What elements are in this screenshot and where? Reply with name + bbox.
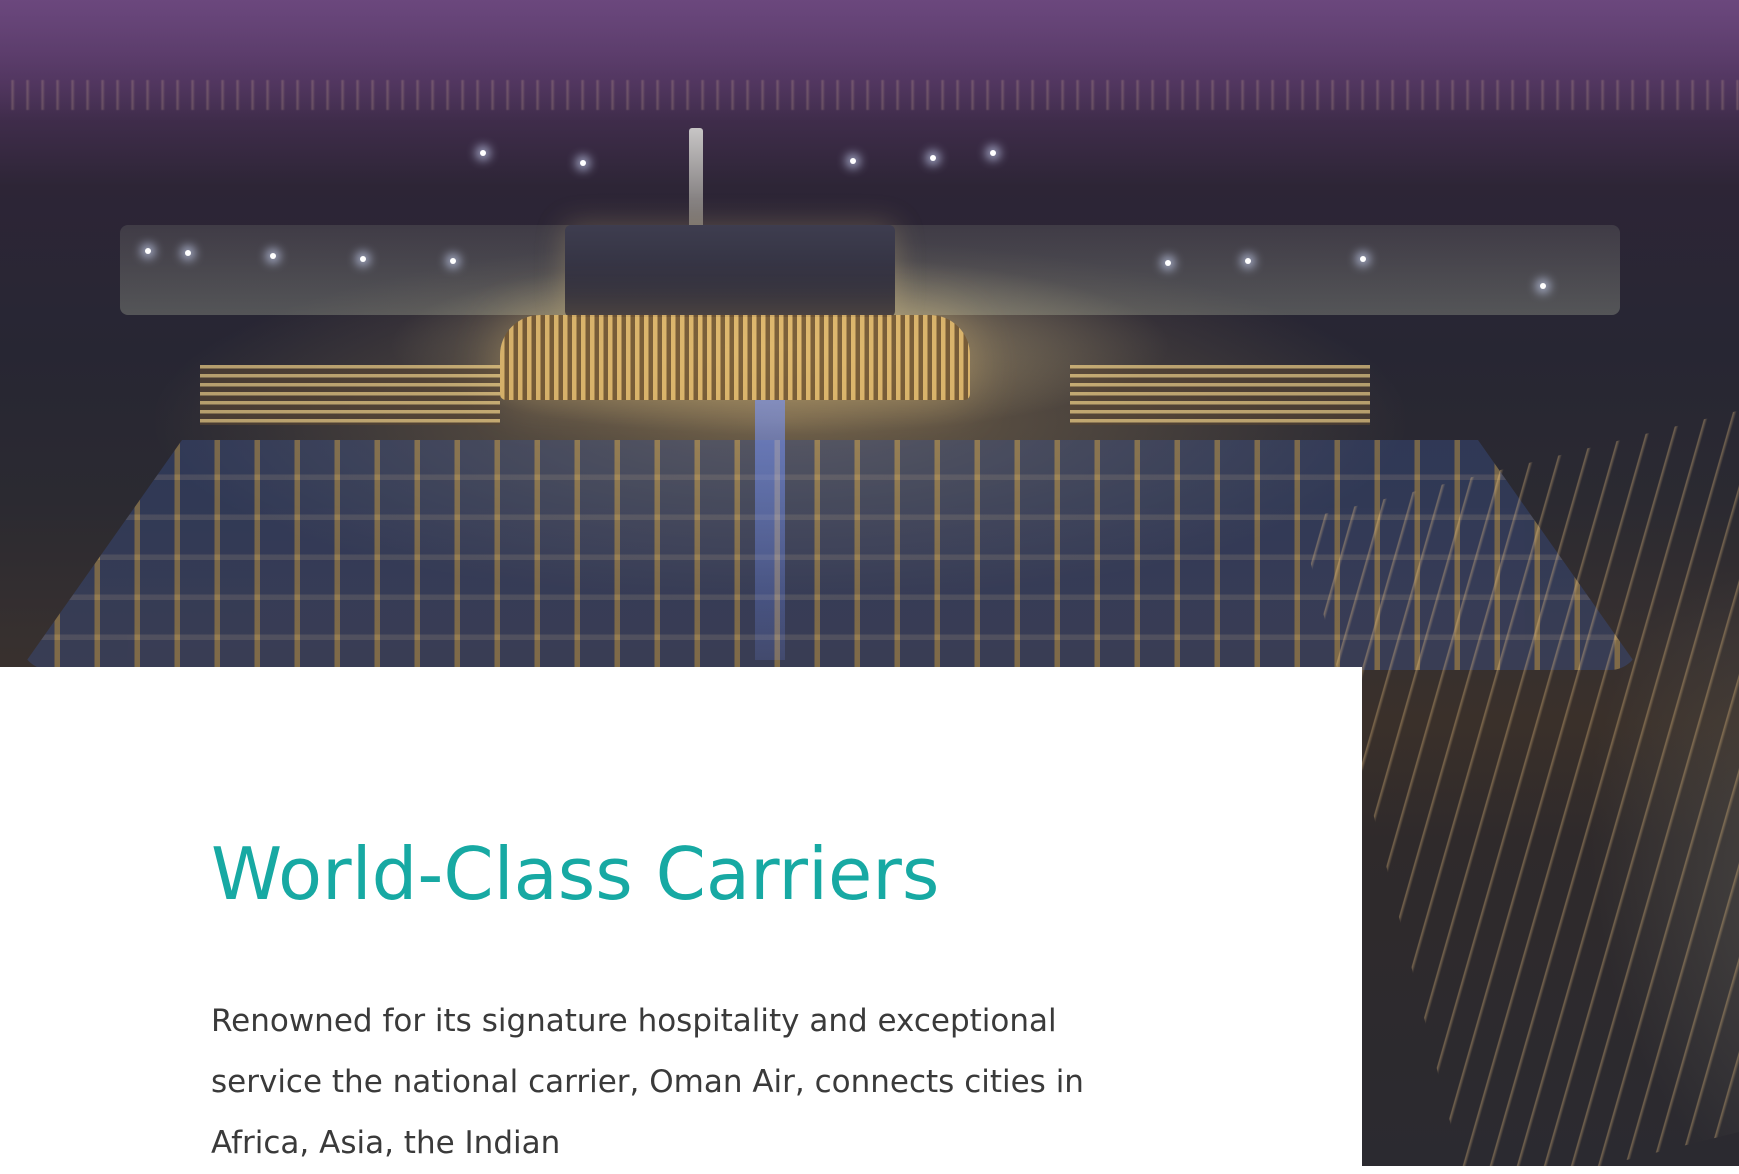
apron-lamp <box>1245 258 1251 264</box>
apron-lamp <box>450 258 456 264</box>
highway-lanes <box>1300 394 1739 1166</box>
terminal-building <box>565 225 895 317</box>
apron-lamp <box>990 150 996 156</box>
apron-lamp <box>850 158 856 164</box>
apron-lamp <box>1540 283 1546 289</box>
terminal-wing-left <box>200 365 500 425</box>
central-walkway <box>755 400 785 660</box>
section-description: Renowned for its signature hospitality a… <box>211 1003 1084 1161</box>
apron-lamp <box>185 250 191 256</box>
apron-lamp <box>270 253 276 259</box>
apron-lamp <box>1165 260 1171 266</box>
apron-lamp <box>1360 256 1366 262</box>
apron-lamp <box>145 248 151 254</box>
apron-lamp <box>480 150 486 156</box>
apron-lamp <box>580 160 586 166</box>
horizon-city-lights <box>0 80 1739 110</box>
terminal-wing-right <box>1070 365 1370 425</box>
terminal-facade <box>500 315 970 400</box>
apron-lamp <box>930 155 936 161</box>
section-title: World-Class Carriers <box>211 832 940 916</box>
apron-lamp <box>360 256 366 262</box>
control-tower <box>689 128 703 228</box>
